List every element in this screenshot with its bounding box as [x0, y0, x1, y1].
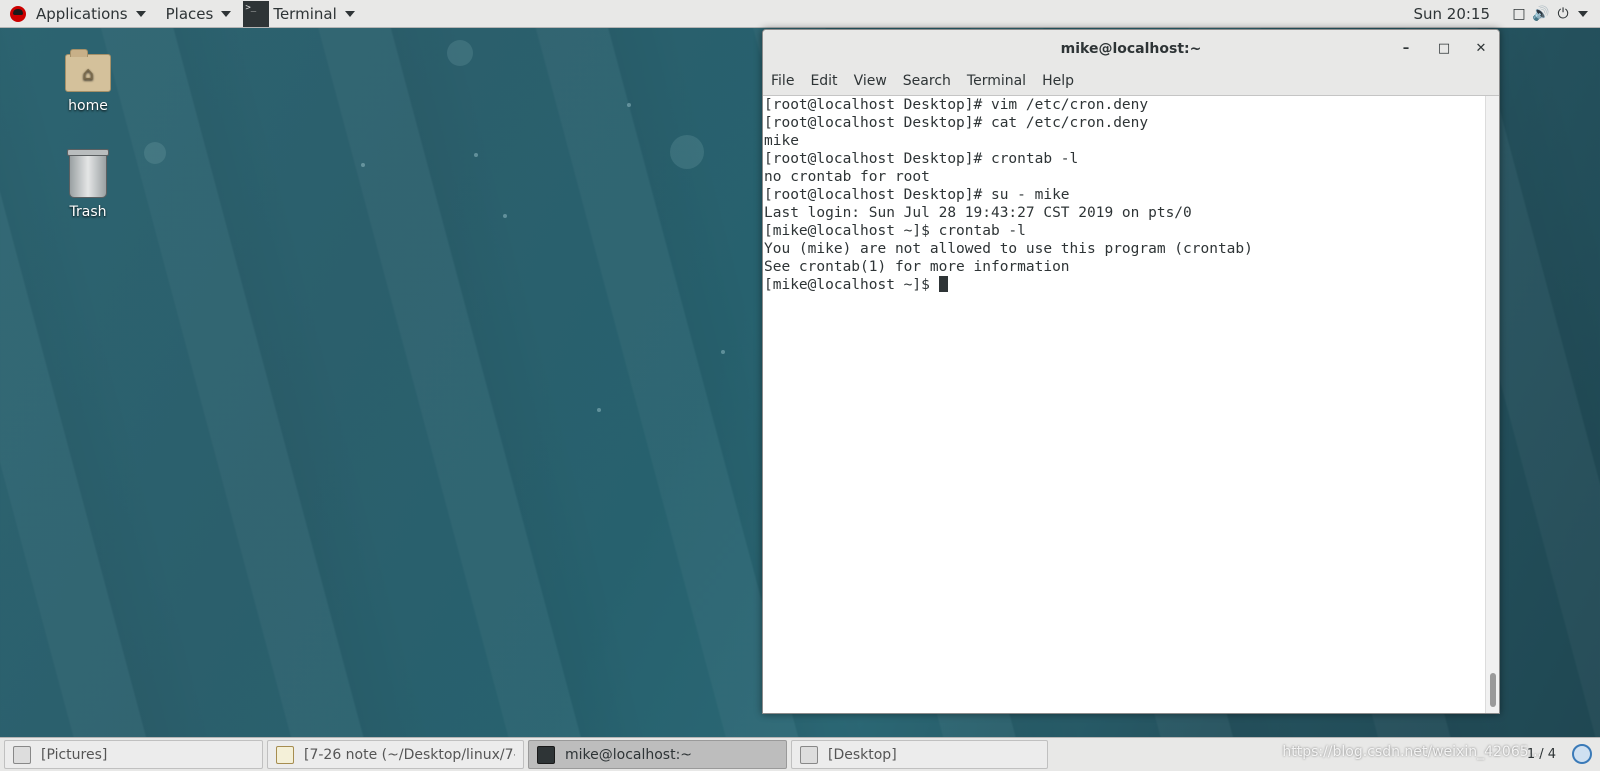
chevron-down-icon	[221, 10, 232, 17]
screen-icon[interactable]: □	[1508, 0, 1530, 27]
terminal-line: [root@localhost Desktop]# vim /etc/cron.…	[764, 97, 1149, 113]
menu-search[interactable]: Search	[895, 73, 959, 89]
clock[interactable]: Sun 20:15	[1413, 5, 1508, 23]
terminal-line: no crontab for root	[764, 169, 930, 185]
menu-edit[interactable]: Edit	[802, 73, 845, 89]
task-desktop[interactable]: [Desktop]	[791, 740, 1048, 769]
redhat-logo-icon	[10, 5, 26, 22]
terminal-scrollbar[interactable]	[1485, 96, 1499, 713]
wallpaper-bubble	[670, 135, 704, 169]
text-editor-icon	[276, 745, 294, 764]
desktop-icon-trash[interactable]: Trash	[43, 149, 133, 220]
maximize-icon[interactable]: □	[1431, 30, 1457, 67]
terminal-menubar: File Edit View Search Terminal Help	[763, 67, 1499, 96]
terminal-line: See crontab(1) for more information	[764, 259, 1070, 275]
terminal-line: You (mike) are not allowed to use this p…	[764, 241, 1253, 257]
wallpaper-bubble	[447, 40, 473, 66]
wallpaper-dot	[361, 163, 365, 167]
chevron-down-icon	[135, 10, 146, 17]
folder-icon	[13, 745, 31, 764]
desktop-icon-home[interactable]: ⌂ home	[43, 49, 133, 114]
terminal-window[interactable]: mike@localhost:~ – □ ✕ File Edit View Se…	[762, 29, 1500, 714]
wallpaper-bubble	[144, 142, 166, 164]
terminal-line: [root@localhost Desktop]# cat /etc/cron.…	[764, 115, 1149, 131]
task-terminal[interactable]: mike@localhost:~	[528, 740, 787, 769]
terminal-line: [root@localhost Desktop]# su - mike	[764, 187, 1070, 203]
window-list-taskbar: [Pictures] [7-26 note (~/Desktop/linux/7…	[0, 737, 1600, 771]
terminal-app-label: Terminal	[273, 4, 337, 23]
status-area: Sun 20:15 □ 🔊 ⏻	[1413, 0, 1600, 27]
task-label: mike@localhost:~	[565, 746, 693, 763]
workspace-indicator[interactable]: 1 / 4	[1527, 741, 1556, 768]
menu-file[interactable]: File	[763, 73, 802, 89]
task-label: [Pictures]	[41, 746, 108, 763]
power-icon[interactable]: ⏻	[1552, 0, 1574, 27]
places-label: Places	[165, 4, 214, 23]
desktop-icon-label: Trash	[69, 204, 107, 220]
terminal-prompt: [mike@localhost ~]$	[764, 277, 939, 293]
chevron-down-icon	[344, 10, 355, 17]
applications-menu[interactable]: Applications	[0, 0, 156, 27]
terminal-line: [root@localhost Desktop]# crontab -l	[764, 151, 1079, 167]
wallpaper-dot	[721, 350, 725, 354]
terminal-prompt-line[interactable]: [mike@localhost ~]$	[764, 276, 1486, 294]
folder-icon	[800, 745, 818, 764]
terminal-line: Last login: Sun Jul 28 19:43:27 CST 2019…	[764, 205, 1192, 221]
scrollbar-thumb[interactable]	[1490, 673, 1496, 707]
terminal-output[interactable]: [root@localhost Desktop]# vim /etc/cron.…	[763, 96, 1486, 713]
terminal-icon	[537, 745, 555, 764]
volume-icon[interactable]: 🔊	[1530, 0, 1552, 27]
watermark-text: https://blog.csdn.net/weixin_42065...	[1282, 744, 1542, 760]
places-menu[interactable]: Places	[156, 0, 242, 27]
task-pictures[interactable]: [Pictures]	[4, 740, 263, 769]
task-label: [Desktop]	[828, 746, 897, 763]
top-panel: Applications Places >_ Terminal Sun 20:1…	[0, 0, 1600, 28]
menu-help[interactable]: Help	[1034, 73, 1082, 89]
wallpaper-dot	[474, 153, 478, 157]
terminal-line: [mike@localhost ~]$ crontab -l	[764, 223, 1026, 239]
terminal-line: mike	[764, 133, 799, 149]
trash-icon	[67, 149, 109, 198]
home-folder-icon: ⌂	[65, 49, 111, 92]
desktop-icon-label: home	[68, 98, 108, 114]
task-note-editor[interactable]: [7-26 note (~/Desktop/linux/7-2...	[267, 740, 524, 769]
chevron-down-icon[interactable]	[1578, 10, 1588, 17]
wallpaper-dot	[503, 214, 507, 218]
menu-terminal[interactable]: Terminal	[959, 73, 1034, 89]
applications-label: Applications	[36, 4, 128, 23]
wallpaper-dot	[627, 103, 631, 107]
close-icon[interactable]: ✕	[1468, 30, 1494, 67]
wallpaper-dot	[597, 408, 601, 412]
window-title: mike@localhost:~	[1060, 40, 1202, 57]
terminal-icon: >_	[243, 0, 270, 27]
workspace-switcher-icon[interactable]	[1572, 744, 1592, 764]
menu-view[interactable]: View	[846, 73, 895, 89]
window-titlebar[interactable]: mike@localhost:~ – □ ✕	[763, 30, 1499, 67]
text-cursor	[938, 276, 948, 292]
terminal-app-menu[interactable]: >_ Terminal	[241, 0, 364, 27]
task-label: [7-26 note (~/Desktop/linux/7-2...	[304, 746, 515, 763]
minimize-icon[interactable]: –	[1393, 30, 1419, 67]
